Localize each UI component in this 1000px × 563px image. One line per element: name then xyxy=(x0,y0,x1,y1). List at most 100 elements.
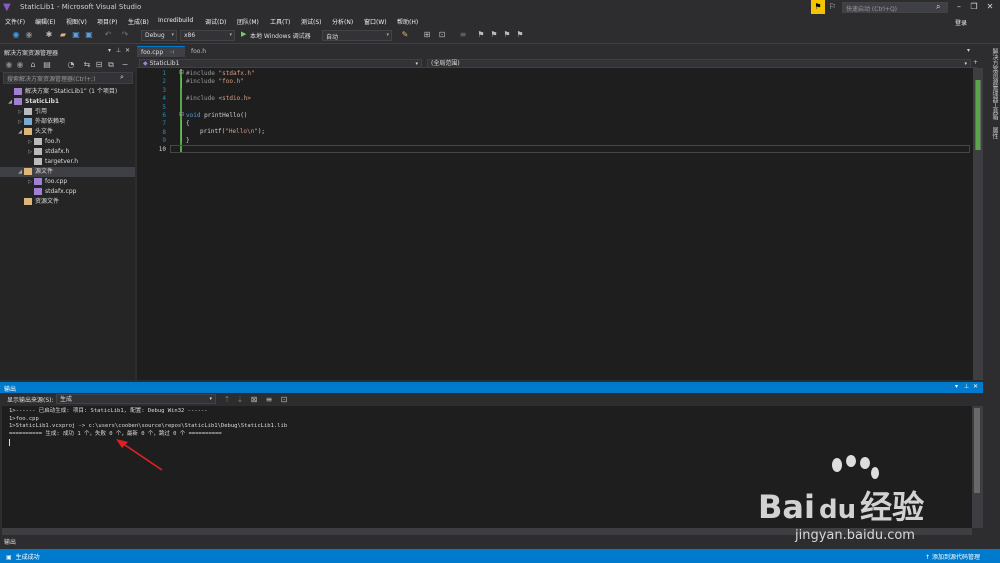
output-close-icon[interactable]: ✕ xyxy=(973,383,978,390)
menu-test[interactable]: 测试(S) xyxy=(301,17,322,26)
tree-item[interactable]: ◢ 头文件 xyxy=(0,127,135,137)
find-message-icon[interactable]: ⇡ xyxy=(222,395,232,405)
bookmark-icon[interactable]: ⚑ xyxy=(476,30,486,40)
se-collapse-icon[interactable]: ⊟ xyxy=(94,60,104,70)
config-select[interactable]: Debug ▾ xyxy=(141,30,177,41)
menu-edit[interactable]: 编辑(E) xyxy=(35,17,55,26)
se-show-all-icon[interactable]: ⧉ xyxy=(106,60,116,70)
find-icon[interactable]: ✎ xyxy=(400,30,410,40)
tab-solution-explorer-vertical[interactable]: 解决方案资源管理器 xyxy=(987,48,999,102)
tree-item[interactable]: ◢ StaticLib1 xyxy=(0,97,135,107)
tree-item[interactable]: ◢ 源文件 xyxy=(0,167,135,177)
menu-window[interactable]: 窗口(W) xyxy=(364,17,387,26)
expander-icon[interactable]: ▷ xyxy=(16,107,24,117)
watermark-brand: Bai du 经验 xyxy=(758,488,925,526)
menu-analyze[interactable]: 分析(N) xyxy=(332,17,353,26)
menu-tools[interactable]: 工具(T) xyxy=(270,17,290,26)
menu-project[interactable]: 项目(P) xyxy=(97,17,117,26)
prev-message-icon[interactable]: ⇣ xyxy=(235,395,245,405)
tree-item[interactable]: ▷ 外部依赖项 xyxy=(0,117,135,127)
new-project-icon[interactable]: ✱ xyxy=(44,30,54,40)
split-icon[interactable]: + xyxy=(973,59,978,66)
feedback-flag-icon[interactable]: ⚑ xyxy=(811,0,825,14)
expander-icon[interactable]: ◢ xyxy=(16,127,24,137)
minimize-icon[interactable]: – xyxy=(953,1,965,13)
se-properties-icon[interactable]: − xyxy=(120,60,130,70)
collapse-include-icon[interactable]: ⊟ xyxy=(179,69,184,76)
toggle-wrap-icon[interactable]: ⊡ xyxy=(279,395,289,405)
menu-help[interactable]: 帮助(H) xyxy=(397,17,418,26)
redo-icon[interactable]: ↷ xyxy=(120,30,130,40)
tree-item[interactable]: ▷ foo.cpp xyxy=(0,177,135,187)
restore-icon[interactable]: ❐ xyxy=(968,1,980,13)
menu-file[interactable]: 文件(F) xyxy=(5,17,25,26)
solution-search-input[interactable]: 搜索解决方案资源管理器(Ctrl+;) xyxy=(3,72,133,84)
tab-pin-icon[interactable]: ⊣ xyxy=(169,49,174,56)
menu-view[interactable]: 视图(V) xyxy=(66,17,87,26)
tree-item[interactable]: ▷ foo.h xyxy=(0,137,135,147)
run-debugger-button[interactable]: 本地 Windows 调试器 xyxy=(250,31,311,40)
bookmark-next-icon[interactable]: ⚑ xyxy=(502,30,512,40)
expander-icon[interactable]: ▷ xyxy=(16,117,24,127)
menu-build[interactable]: 生成(B) xyxy=(128,17,149,26)
clear-all-icon[interactable]: ⊠ xyxy=(249,395,259,405)
login-link[interactable]: 登录 xyxy=(955,18,967,27)
nav-scope-select[interactable]: (全局范围) ▾ xyxy=(427,59,971,68)
step-over-icon[interactable]: ⊡ xyxy=(437,30,447,40)
panel-menu-icon[interactable]: ▾ xyxy=(108,47,111,54)
se-forward-icon[interactable]: ◉ xyxy=(15,60,25,70)
se-sync-icon[interactable]: ⇆ xyxy=(82,60,92,70)
expander-icon[interactable]: ▷ xyxy=(26,137,34,147)
tree-item[interactable]: ▷ 引用 xyxy=(0,107,135,117)
se-home-icon[interactable]: ⌂ xyxy=(28,60,38,70)
expander-icon[interactable]: ◢ xyxy=(6,97,14,107)
save-icon[interactable]: ▣ xyxy=(71,30,81,40)
nav-project-select[interactable]: ◆ StaticLib1 ▾ xyxy=(139,59,422,68)
close-icon[interactable]: ✕ xyxy=(984,1,996,13)
tree-item[interactable]: 资源文件 xyxy=(0,197,135,207)
play-icon[interactable]: ▶ xyxy=(241,30,246,38)
output-scroll-thumb[interactable] xyxy=(974,408,980,493)
quick-launch-input[interactable]: 快速启动 (Ctrl+Q) xyxy=(842,2,948,13)
code-editor[interactable] xyxy=(137,68,975,380)
close-panel-icon[interactable]: ✕ xyxy=(125,47,130,54)
se-switch-views-icon[interactable]: ▤ xyxy=(42,60,52,70)
bookmark-clear-icon[interactable]: ⚑ xyxy=(515,30,525,40)
add-to-source-control[interactable]: ↑ 添加到源代码管理 xyxy=(925,552,980,561)
open-folder-icon[interactable]: ▰ xyxy=(58,30,68,40)
bookmark-prev-icon[interactable]: ⚑ xyxy=(489,30,499,40)
tree-item[interactable]: ▷ stdafx.h xyxy=(0,147,135,157)
menu-incredibuild[interactable]: Incredibuild xyxy=(158,17,193,24)
expander-icon[interactable]: ▷ xyxy=(26,147,34,157)
comment-icon[interactable]: ≡ xyxy=(458,30,468,40)
tab-foo-cpp[interactable]: foo.cpp ⊣ xyxy=(137,46,185,57)
pin-icon[interactable]: ⊥ xyxy=(116,47,121,54)
menu-debug[interactable]: 调试(D) xyxy=(205,17,226,26)
step-icon[interactable]: ⊞ xyxy=(422,30,432,40)
tab-toolbox-vertical[interactable]: 工具箱 xyxy=(987,102,999,120)
tab-foo-h[interactable]: foo.h xyxy=(187,46,227,57)
output-menu-icon[interactable]: ▾ xyxy=(955,383,958,390)
collapse-function-icon[interactable]: ⊟ xyxy=(179,111,184,118)
expander-icon[interactable]: ▷ xyxy=(26,177,34,187)
save-all-icon[interactable]: ▣ xyxy=(84,30,94,40)
se-back-icon[interactable]: ◉ xyxy=(4,60,14,70)
tree-item[interactable]: targetver.h xyxy=(0,157,135,167)
back-icon[interactable]: ◉ xyxy=(11,30,21,40)
tree-item[interactable]: 解决方案 “StaticLib1” (1 个项目) xyxy=(0,87,135,97)
search-icon[interactable]: ⌕ xyxy=(936,2,940,12)
tree-item[interactable]: stdafx.cpp xyxy=(0,187,135,197)
se-pending-icon[interactable]: ◔ xyxy=(66,60,76,70)
undo-icon[interactable]: ↶ xyxy=(103,30,113,40)
expander-icon[interactable]: ◢ xyxy=(16,167,24,177)
platform-select[interactable]: x86 ▾ xyxy=(180,30,235,41)
forward-icon[interactable]: ◉ xyxy=(24,30,34,40)
output-source-select[interactable]: 生成 ▾ xyxy=(56,394,216,404)
tab-dropdown-icon[interactable]: ▾ xyxy=(967,47,970,54)
run-mode-select[interactable]: 自动 ▾ xyxy=(322,30,392,41)
output-pin-icon[interactable]: ⊥ xyxy=(964,383,969,390)
word-wrap-icon[interactable]: ≡ xyxy=(264,395,274,405)
tab-properties-vertical[interactable]: 属性 xyxy=(987,127,999,139)
notifications-icon[interactable]: ⚐ xyxy=(829,2,836,11)
menu-team[interactable]: 团队(M) xyxy=(237,17,259,26)
